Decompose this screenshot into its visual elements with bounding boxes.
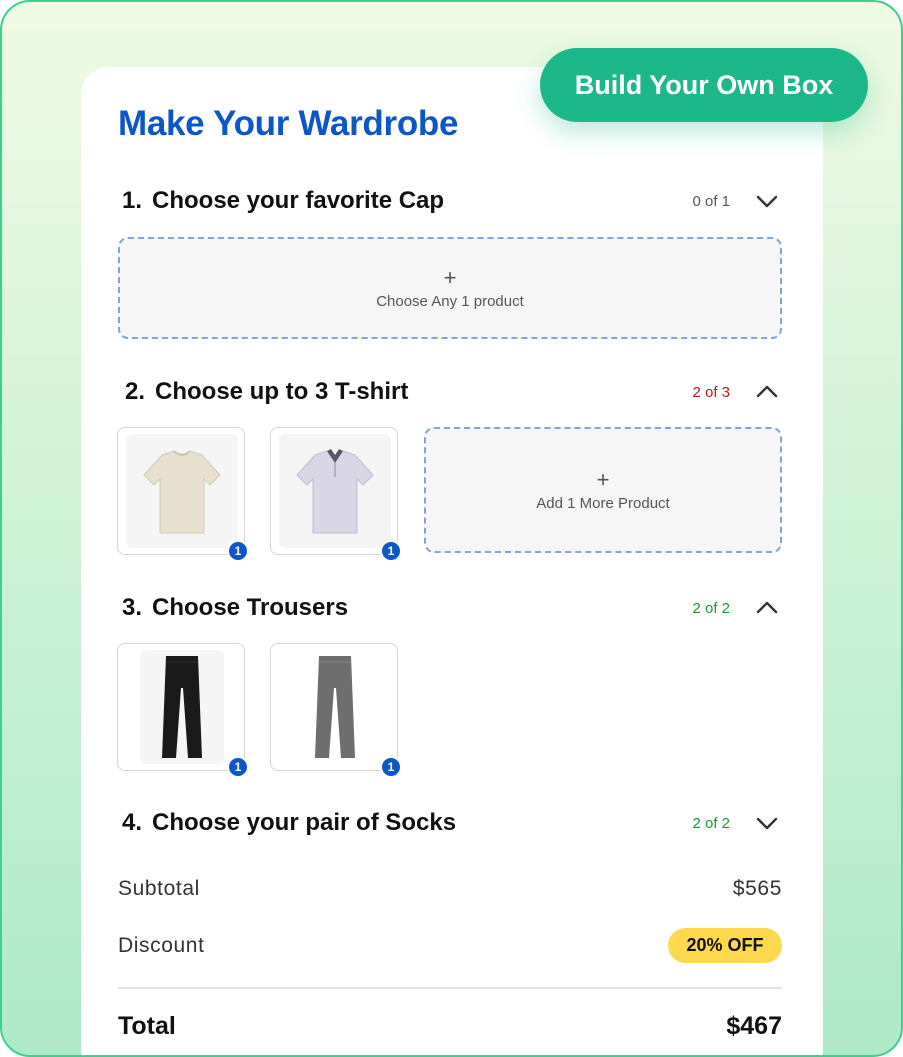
section-title: Choose your pair of Socks [152,809,457,836]
discount-label: Discount [118,934,205,957]
subtotal-label: Subtotal [118,877,200,900]
summary-divider [118,987,782,989]
discount-badge: 20% OFF [668,928,782,963]
section-cap-header[interactable]: 1. Choose your favorite Cap 0 of 1 [118,185,782,219]
chevron-down-icon[interactable] [754,812,780,834]
total-value: $467 [726,1012,782,1040]
subtotal-value: $565 [732,877,782,900]
choose-product-label: Choose Any 1 product [376,292,524,310]
section-number: 3. [122,594,143,621]
build-your-own-box-badge: Build Your Own Box [540,48,868,122]
trousers-image [140,650,224,764]
plus-icon: + [596,466,610,492]
add-more-tshirt-slot[interactable]: + Add 1 More Product [424,427,782,553]
quantity-badge: 1 [227,540,249,562]
quantity-badge: 1 [380,756,402,778]
section-number: 4. [122,809,143,836]
section-count: 2 of 3 [692,384,730,401]
total-label: Total [118,1012,176,1040]
section-count: 0 of 1 [692,193,730,210]
choose-cap-slot[interactable]: + Choose Any 1 product [118,237,782,339]
quantity-badge: 1 [227,756,249,778]
section-title: Choose your favorite Cap [152,187,445,214]
plus-icon: + [443,264,457,290]
polo-shirt-image [279,434,391,548]
chevron-up-icon[interactable] [754,597,780,619]
page-title: Make Your Wardrobe [118,104,459,143]
product-thumb-black-trousers[interactable]: 1 [117,643,249,778]
product-thumb-lilac-polo[interactable]: 1 [270,427,402,562]
product-thumb-beige-tshirt[interactable]: 1 [117,427,249,562]
section-title: Choose up to 3 T-shirt [155,378,409,405]
add-more-label: Add 1 More Product [536,494,670,512]
section-title: Choose Trousers [152,594,349,621]
chevron-down-icon[interactable] [754,190,780,212]
section-trousers-header[interactable]: 3. Choose Trousers 2 of 2 [118,592,782,626]
quantity-badge: 1 [380,540,402,562]
product-thumb-grey-trousers[interactable]: 1 [270,643,402,778]
section-number: 1. [122,187,143,214]
section-socks-header[interactable]: 4. Choose your pair of Socks 2 of 2 [118,807,782,841]
section-count: 2 of 2 [692,600,730,617]
section-count: 2 of 2 [692,815,730,832]
section-tshirt-header[interactable]: 2. Choose up to 3 T-shirt 2 of 3 [118,376,782,410]
section-number: 2. [125,378,146,405]
trousers-image [293,650,377,764]
chevron-up-icon[interactable] [754,381,780,403]
tshirt-image [126,434,238,548]
